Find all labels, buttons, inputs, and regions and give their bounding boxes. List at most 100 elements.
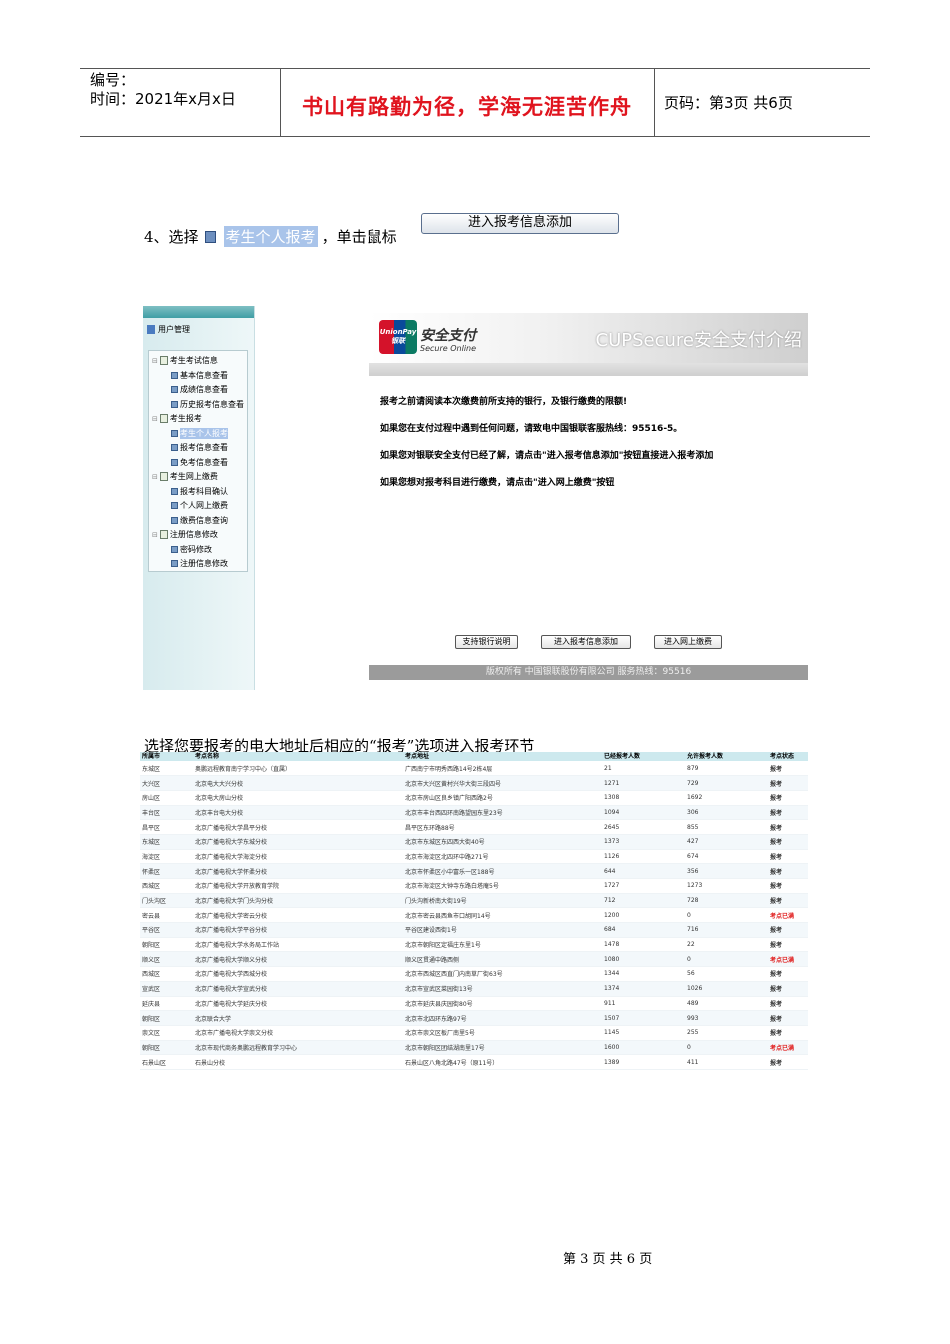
table-cell: 北京市现代商务奥鹏远程教育学习中心 — [193, 1040, 403, 1056]
menu-item[interactable]: 缴费信息查询 — [171, 515, 228, 526]
menu-item[interactable]: 考生个人报考 — [171, 427, 228, 439]
register-link[interactable]: 报考 — [768, 761, 808, 777]
table-cell: 西城区 — [140, 966, 193, 982]
register-link[interactable]: 报考 — [768, 1010, 808, 1026]
table-cell: 北京广播电视大学宣武分校 — [193, 981, 403, 997]
table-cell: 石景山区 — [140, 1054, 193, 1070]
menu-item[interactable]: 成绩信息查看 — [171, 384, 228, 395]
collapse-icon[interactable]: ⊟ — [152, 531, 158, 539]
table-cell: 朝阳区 — [140, 1040, 193, 1056]
table-cell: 879 — [685, 761, 768, 777]
table-cell: 1344 — [602, 966, 685, 982]
table-cell: 1692 — [685, 790, 768, 806]
table-cell: 北京广播电视大学密云分校 — [193, 907, 403, 924]
table-cell: 昌平区东环路88号 — [403, 819, 602, 835]
collapse-icon[interactable]: ⊟ — [152, 357, 158, 365]
table-row: 东城区 奥鹏远程教育南宁学习中心（直属） 广西南宁市明秀西路14号2栋4层 21 879… — [140, 761, 808, 777]
table-cell: 密云县 — [140, 907, 193, 924]
table-cell: 1200 — [602, 907, 685, 924]
menu-item[interactable]: 报考信息查看 — [171, 442, 228, 453]
step-suffix: ，单击鼠标 — [321, 228, 397, 246]
table-cell: 北京广播电视大学东城分校 — [193, 834, 403, 850]
menu-group[interactable]: ⊟ 考生网上缴费 — [152, 471, 218, 482]
add-registration-info-button[interactable]: 进入报考信息添加 — [541, 635, 631, 649]
table-row: 怀柔区 北京广播电视大学怀柔分校 北京市怀柔区小中富乐一区188号 644 356 报考 — [140, 863, 808, 879]
register-link[interactable]: 报考 — [768, 966, 808, 982]
register-link[interactable]: 报考 — [768, 981, 808, 997]
folder-icon — [159, 356, 168, 365]
menu-item[interactable]: 报考科目确认 — [171, 486, 228, 497]
table-cell: 1145 — [602, 1025, 685, 1041]
online-payment-button[interactable]: 进入网上缴费 — [654, 635, 722, 649]
menu-group[interactable]: ⊟ 考生报考 — [152, 413, 202, 424]
supported-banks-button[interactable]: 支持银行说明 — [455, 635, 518, 649]
site-full-status: 考点已满 — [768, 951, 808, 968]
register-link[interactable]: 报考 — [768, 849, 808, 865]
table-cell: 北京市朝阳区团结湖南里17号 — [403, 1040, 602, 1056]
brand: 安全支付 — [420, 328, 476, 344]
header-top-rule — [80, 68, 870, 69]
column-header: 考点状态 — [768, 752, 808, 761]
table-cell: 门头沟新桥南大街19号 — [403, 893, 602, 909]
table-cell: 奥鹏远程教育南宁学习中心（直属） — [193, 761, 403, 777]
menu-item[interactable]: 历史报考信息查看 — [171, 399, 244, 410]
page-icon — [171, 545, 178, 553]
menu-item-label: 成绩信息查看 — [180, 385, 228, 394]
table-cell: 1273 — [685, 878, 768, 894]
table-cell: 北京电大大兴分校 — [193, 775, 403, 791]
menu-item-label: 个人网上缴费 — [180, 501, 228, 510]
register-link[interactable]: 报考 — [768, 775, 808, 791]
brand-en: Secure Online — [420, 344, 477, 353]
table-row: 朝阳区 北京广播电视大学水务局工作站 北京市朝阳区定福庄东里1号 1478 22 报考 — [140, 937, 808, 953]
menu-item[interactable]: 注册信息修改 — [171, 558, 228, 569]
table-cell: 674 — [685, 849, 768, 865]
folder-icon — [159, 472, 168, 481]
menu-item-label: 报考信息查看 — [180, 443, 228, 452]
menu-item[interactable]: 个人网上缴费 — [171, 500, 228, 511]
table-cell: 855 — [685, 819, 768, 835]
page-icon — [171, 487, 178, 495]
divider — [654, 69, 655, 136]
highlighted-item: 考生个人报考 — [223, 226, 318, 247]
table-cell: 1478 — [602, 937, 685, 953]
table-cell: 北京广播电视大学平谷分校 — [193, 922, 403, 938]
column-header: 所属市 — [140, 752, 193, 761]
menu-item[interactable]: 密码修改 — [171, 544, 212, 555]
register-link[interactable]: 报考 — [768, 834, 808, 850]
register-link[interactable]: 报考 — [768, 790, 808, 806]
menu-item[interactable]: 免考信息查看 — [171, 457, 228, 468]
register-link[interactable]: 报考 — [768, 893, 808, 909]
register-link[interactable]: 报考 — [768, 922, 808, 938]
column-header: 考点地址 — [403, 752, 602, 761]
column-header: 允许报考人数 — [685, 752, 768, 761]
register-link[interactable]: 报考 — [768, 1025, 808, 1041]
exam-sites-table: 所属市 考点名称 考点地址 已经报考人数 允许报考人数 考点状态 东城区 奥鹏远程教育南宁学… — [140, 752, 808, 1070]
register-link[interactable]: 报考 — [768, 819, 808, 835]
notice-line: 如果您想对报考科目进行缴费，请点击"进入网上缴费"按钮 — [380, 478, 615, 488]
table-row: 丰台区 北京丰台电大分校 北京市丰台西四环南路望园东里23号 1094 306 报考 — [140, 805, 808, 821]
register-link[interactable]: 报考 — [768, 863, 808, 879]
register-link[interactable]: 报考 — [768, 1054, 808, 1070]
register-link[interactable]: 报考 — [768, 996, 808, 1012]
table-cell: 北京广播电视大学开放教育学院 — [193, 878, 403, 894]
register-link[interactable]: 报考 — [768, 937, 808, 953]
add-registration-button[interactable]: 进入报考信息添加 — [421, 213, 619, 234]
collapse-icon[interactable]: ⊟ — [152, 415, 158, 423]
table-cell: 1600 — [602, 1040, 685, 1056]
menu-group[interactable]: ⊟ 注册信息修改 — [152, 529, 218, 540]
table-cell: 993 — [685, 1010, 768, 1026]
folder-icon — [159, 414, 168, 423]
menu-group[interactable]: ⊟ 考生考试信息 — [152, 355, 218, 366]
table-cell: 北京广播电视大学门头沟分校 — [193, 893, 403, 909]
collapse-icon[interactable]: ⊟ — [152, 473, 158, 481]
register-link[interactable]: 报考 — [768, 805, 808, 821]
register-link[interactable]: 报考 — [768, 878, 808, 894]
table-row: 宣武区 北京广播电视大学宣武分校 北京市宣武区菜园街13号 1374 1026 报考 — [140, 981, 808, 997]
menu-item[interactable]: 基本信息查看 — [171, 370, 228, 381]
table-cell: 1373 — [602, 834, 685, 850]
table-cell: 306 — [685, 805, 768, 821]
table-cell: 房山区 — [140, 790, 193, 806]
menu-item-label: 历史报考信息查看 — [180, 399, 244, 409]
site-full-status: 考点已满 — [768, 907, 808, 924]
table-cell: 大兴区 — [140, 775, 193, 791]
